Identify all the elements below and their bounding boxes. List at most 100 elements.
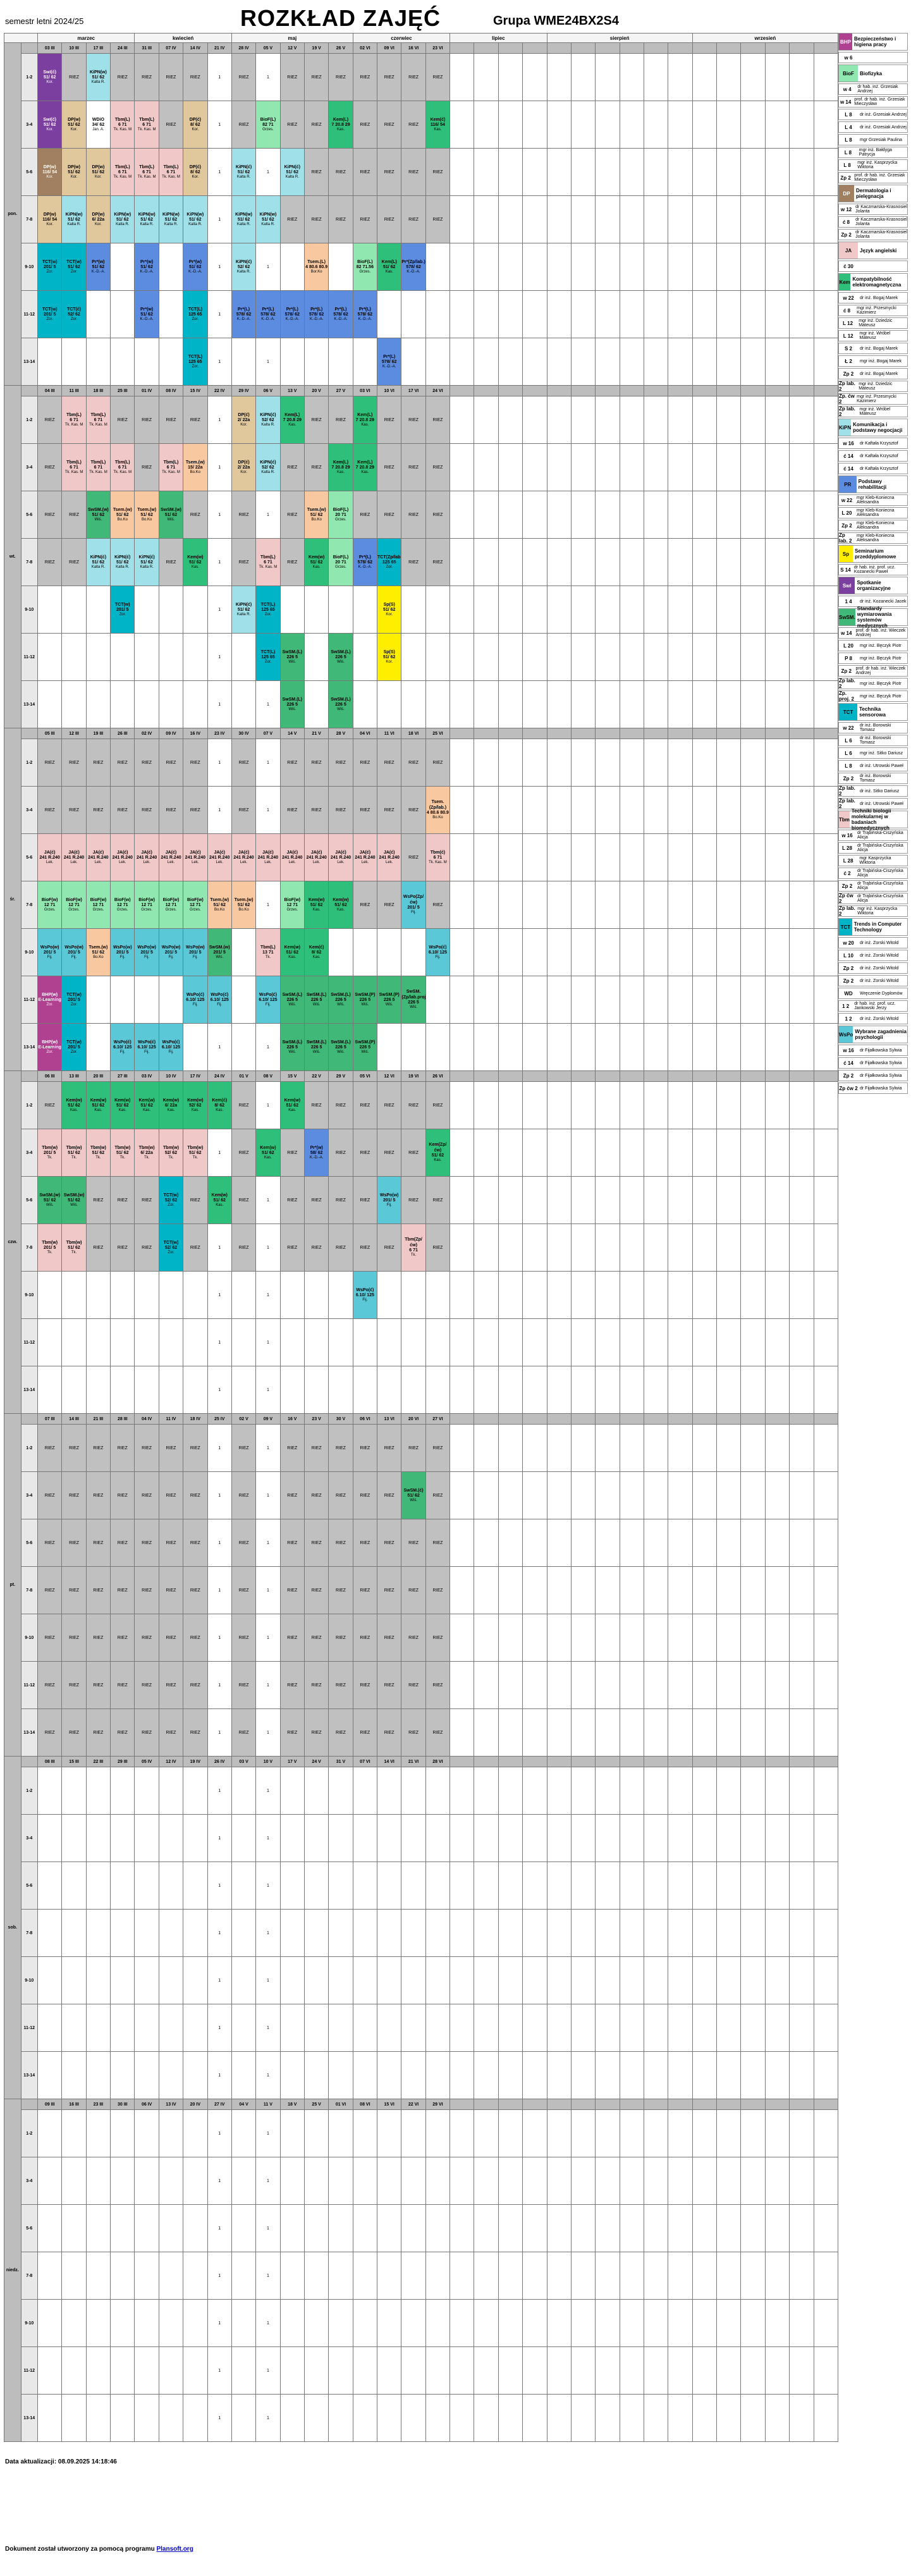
class-cell[interactable]: Kem(w) 51/ 62 Kas. (303, 538, 329, 586)
class-cell[interactable]: Kem(ć) 8/ 62 Kas. (207, 1081, 232, 1129)
class-cell[interactable]: SwSM.(P) 226 5 Wiś. (377, 976, 402, 1024)
class-cell[interactable]: SwSM.(ć) 51/ 62 Wiś. (401, 1471, 426, 1519)
class-cell[interactable]: TCT(w) 201/ 5 Zor. (37, 243, 63, 291)
class-cell[interactable]: WsPo(w) 201/ 5 Fij. (158, 928, 184, 976)
class-cell[interactable]: BioF(L) 82 71 Grzes. (255, 101, 281, 149)
class-cell[interactable]: KiPN(w) 51/ 62 Kalta R. (110, 195, 135, 243)
class-cell[interactable]: KiPN(ć) 52/ 62 Kalta R. (231, 243, 257, 291)
class-cell[interactable]: DP(ć) 2/ 22a Kor. (231, 396, 257, 444)
class-cell[interactable]: BioF(w) 12 71 Grzes. (61, 881, 87, 929)
class-cell[interactable]: Tsem.(w) 51/ 62 Bo.Ko (231, 881, 257, 929)
class-cell[interactable]: JA(ć) 241 R.240 Lek. (61, 833, 87, 881)
class-cell[interactable]: DP(w) 116/ 54 Kor. (37, 148, 63, 196)
class-cell[interactable]: Kem(L) 7 20.8 29 Kas. (328, 101, 353, 149)
class-cell[interactable]: SwSM.(P) 226 5 Wiś. (352, 1023, 378, 1071)
class-cell[interactable]: KiPN(w) 51/ 62 Kalta R. (61, 195, 87, 243)
class-cell[interactable]: Kem(w) 51/ 62 Kas. (279, 928, 305, 976)
class-cell[interactable]: SwSM.(L) 226 5 Wiś. (303, 1023, 329, 1071)
class-cell[interactable]: BioF(w) 12 71 Grzes. (279, 881, 305, 929)
class-cell[interactable]: Tbm(w) 51/ 62 Tk. (61, 1224, 87, 1272)
class-cell[interactable]: SwSM.(L) 226 5 Wiś. (279, 976, 305, 1024)
class-cell[interactable]: JA(ć) 241 R.240 Lek. (303, 833, 329, 881)
class-cell[interactable]: JA(ć) 241 R.240 Lek. (110, 833, 135, 881)
class-cell[interactable]: Tbm(w) 6/ 22a Tk. (134, 1129, 159, 1177)
class-cell[interactable]: Tsem.(w) 51/ 62 Bo.Ko (85, 928, 111, 976)
class-cell[interactable]: SwI(ć) 51/ 62 Kor. (37, 101, 63, 149)
class-cell[interactable]: DP(ć) 8/ 62 Kor. (183, 101, 208, 149)
class-cell[interactable]: WsPo(ć) 6.10/ 125 Fij. (425, 928, 451, 976)
class-cell[interactable]: KiPN(w) 51/ 62 Kalta R. (183, 195, 208, 243)
class-cell[interactable]: BioF(w) 12 71 Grzes. (158, 881, 184, 929)
class-cell[interactable]: Pr*(w) 51/ 62 K.-D.-A. (134, 290, 159, 338)
class-cell[interactable]: Sp(S) 51/ 62 Kor. (377, 633, 402, 681)
class-cell[interactable]: Kem(w) 51/ 62 Kas. (279, 1081, 305, 1129)
class-cell[interactable]: SwSM.(L) 226 5 Wiś. (328, 976, 353, 1024)
class-cell[interactable]: JA(ć) 241 R.240 Lek. (183, 833, 208, 881)
class-cell[interactable]: TCT(L) 125 65 Zor. (255, 633, 281, 681)
class-cell[interactable]: TCT(ć) 52/ 62 Zor. (61, 290, 87, 338)
class-cell[interactable]: SwSM.(L) 226 5 Wiś. (328, 633, 353, 681)
class-cell[interactable]: WDiO 34/ 62 Jan. A. (85, 101, 111, 149)
class-cell[interactable]: SwSM.(L) 226 5 Wiś. (303, 976, 329, 1024)
class-cell[interactable]: TCT(w) 51/ 62 Zor. (61, 243, 87, 291)
class-cell[interactable]: BHP(w) E-Learning Zor. (37, 976, 63, 1024)
class-cell[interactable]: BioF(w) 12 71 Grzes. (37, 881, 63, 929)
class-cell[interactable]: Kem(L) 7 20.8 29 Kas. (352, 443, 378, 491)
class-cell[interactable]: WsPo(ć) 6.10/ 125 Fij. (352, 1271, 378, 1319)
class-cell[interactable]: KiPN(ć) 52/ 62 Kalta R. (255, 396, 281, 444)
class-cell[interactable]: Tbm(w) 51/ 62 Tk. (61, 1129, 87, 1177)
class-cell[interactable]: TCT(w) 201/ 5 Zor. (37, 290, 63, 338)
class-cell[interactable]: KiPN(w) 51/ 62 Kalta R. (255, 195, 281, 243)
class-cell[interactable]: Kem(ć) 8/ 62 Kas. (303, 928, 329, 976)
class-cell[interactable]: Tbm(L) 6 71 Tk. Kas. M (158, 443, 184, 491)
class-cell[interactable]: SwSM.(w) 201/ 5 Wiś. (207, 928, 232, 976)
class-cell[interactable]: WsPo(Zp/ćw) 201/ 5 Fij. (401, 881, 426, 929)
class-cell[interactable]: Tsem.(w) 51/ 62 Bo.Ko (110, 491, 135, 539)
class-cell[interactable]: Sp(S) 51/ 62 Kor. (377, 586, 402, 634)
class-cell[interactable]: Pr*(L) 578/ 62 K.-D.-A. (279, 290, 305, 338)
class-cell[interactable]: Pr*(L) 578/ 62 K.-D.-A. (352, 538, 378, 586)
class-cell[interactable]: Pr*(L) 578/ 62 K.-D.-A. (303, 290, 329, 338)
class-cell[interactable]: Tbm(L) 6 71 Tk. Kas. M (255, 538, 281, 586)
class-cell[interactable]: TCT(w) 201/ 5 Zor. (110, 586, 135, 634)
class-cell[interactable]: WsPo(ć) 6.10/ 125 Fij. (110, 1023, 135, 1071)
class-cell[interactable]: KiPN(ć) 51/ 62 Kalta R. (231, 586, 257, 634)
class-cell[interactable]: JA(ć) 241 R.240 Lek. (279, 833, 305, 881)
class-cell[interactable]: WsPo(w) 201/ 5 Fij. (183, 928, 208, 976)
class-cell[interactable]: JA(ć) 241 R.240 Lek. (255, 833, 281, 881)
class-cell[interactable]: BioF(w) 12 71 Grzes. (134, 881, 159, 929)
class-cell[interactable]: KiPN(w) 51/ 62 Kalta R. (158, 195, 184, 243)
class-cell[interactable]: Tsem.(Zp/lab.) 4 80.6 80.9 Bo.Ko (425, 786, 451, 834)
class-cell[interactable]: Pr*(L) 578/ 62 K.-D.-A. (377, 338, 402, 386)
class-cell[interactable]: SwSM.(L) 226 5 Wiś. (279, 633, 305, 681)
class-cell[interactable]: Kem(w) 52/ 62 Kas. (183, 1081, 208, 1129)
class-cell[interactable]: Pr*(w) 58/ 62 K.-D.-A. (303, 1129, 329, 1177)
class-cell[interactable]: SwSM.(w) 51/ 62 Wiś. (37, 1176, 63, 1224)
class-cell[interactable]: Kem(L) 51/ 62 Kas. (377, 243, 402, 291)
class-cell[interactable]: Tbm(L) 6 71 Tk. Kas. M (134, 148, 159, 196)
class-cell[interactable]: Kem(w) 51/ 62 Kas. (303, 881, 329, 929)
class-cell[interactable]: Tbm(L) 6 71 Tk. Kas. M (110, 148, 135, 196)
class-cell[interactable]: Tbm(L) 6 71 Tk. Kas. M (85, 396, 111, 444)
class-cell[interactable]: SwSM.(w) 51/ 62 Wiś. (158, 491, 184, 539)
class-cell[interactable]: WsPo(ć) 6.10/ 125 Fij. (158, 1023, 184, 1071)
class-cell[interactable]: JA(ć) 241 R.240 Lek. (158, 833, 184, 881)
class-cell[interactable]: SwSM.(P) 226 5 Wiś. (352, 976, 378, 1024)
class-cell[interactable]: Pr*(w) 51/ 62 K.-D.-A. (85, 243, 111, 291)
class-cell[interactable]: Tbm(L) 6 71 Tk. Kas. M (110, 443, 135, 491)
class-cell[interactable]: Tbm(L) 6 71 Tk. Kas. M (134, 101, 159, 149)
class-cell[interactable]: Tbm(L) 6 71 Tk. Kas. M (61, 396, 87, 444)
class-cell[interactable]: KiPN(w) 51/ 62 Kalta R. (231, 195, 257, 243)
class-cell[interactable]: Kem(w) 6/ 22a Kas. (158, 1081, 184, 1129)
class-cell[interactable]: JA(ć) 241 R.240 Lek. (134, 833, 159, 881)
class-cell[interactable]: JA(ć) 241 R.240 Lek. (207, 833, 232, 881)
class-cell[interactable]: Tsem.(w) 51/ 62 Bo.Ko (134, 491, 159, 539)
class-cell[interactable]: TCT(L) 125 65 Zor. (255, 586, 281, 634)
class-cell[interactable]: Tsem.(w) 51/ 62 Bo.Ko (207, 881, 232, 929)
class-cell[interactable]: Kem(L) 7 20.8 29 Kas. (279, 396, 305, 444)
class-cell[interactable]: KiPN(ć) 51/ 62 Kalta R. (110, 538, 135, 586)
class-cell[interactable]: Tbm(w) 51/ 62 Tk. (110, 1129, 135, 1177)
class-cell[interactable]: Kem(w) 51/ 62 Kas. (183, 538, 208, 586)
class-cell[interactable]: KiPN(ć) 51/ 62 Kalta R. (85, 538, 111, 586)
class-cell[interactable]: SwSM.(w) 51/ 62 Wiś. (61, 1176, 87, 1224)
